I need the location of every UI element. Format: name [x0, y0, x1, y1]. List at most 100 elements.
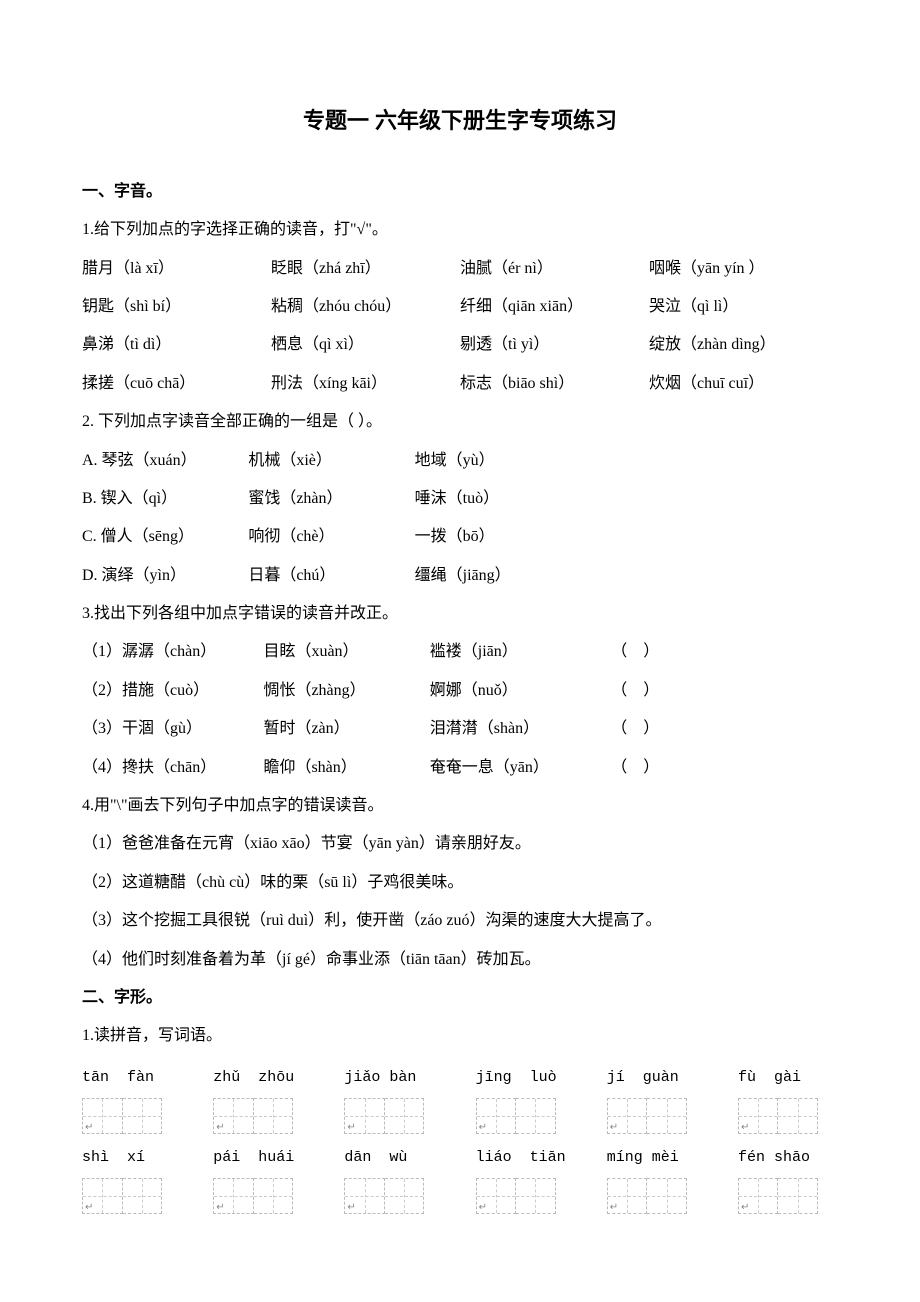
q2-cell: 缰绳（jiāng） [415, 557, 838, 595]
pinyin-label: dān wù [344, 1140, 444, 1176]
corner-mark-icon: ↵ [741, 1123, 749, 1133]
tian-box[interactable]: ↵ [82, 1178, 162, 1214]
corner-mark-icon: ↵ [479, 1203, 487, 1213]
q1-row: 揉搓（cuō chā） 刑法（xíng kāi） 标志（biāo shì） 炊烟… [82, 365, 838, 403]
pinyin-item: fù gài ↵ [738, 1060, 838, 1134]
answer-blank[interactable]: （ ） [611, 710, 838, 748]
tian-box[interactable]: ↵ [607, 1098, 687, 1134]
tian-box[interactable]: ↵ [607, 1178, 687, 1214]
q3-cell: （1）潺潺（chàn） [82, 633, 263, 671]
q1-row: 鼻涕（tì dì） 栖息（qì xì） 剔透（tì yì） 绽放（zhàn dì… [82, 326, 838, 364]
q2-cell: 蜜饯（zhàn） [248, 480, 414, 518]
q1-cell: 粘稠（zhóu chóu） [271, 288, 460, 326]
q2-cell: A. 琴弦（xuán） [82, 442, 248, 480]
corner-mark-icon: ↵ [479, 1123, 487, 1133]
tian-box[interactable]: ↵ [476, 1098, 556, 1134]
q1-cell: 鼻涕（tì dì） [82, 326, 271, 364]
q3-cell: 瞻仰（shàn） [263, 749, 429, 787]
q2-cell: 唾沫（tuò） [415, 480, 838, 518]
q2-cell: D. 演绎（yìn） [82, 557, 248, 595]
q1-cell: 揉搓（cuō chā） [82, 365, 271, 403]
q2-cell: 日暮（chú） [248, 557, 414, 595]
q2-option: A. 琴弦（xuán） 机械（xiè） 地域（yù） [82, 442, 838, 480]
pinyin-label: jiǎo bàn [344, 1060, 444, 1096]
q1-cell: 油腻（ér nì） [460, 250, 649, 288]
q3-cell: 褴褛（jiān） [430, 633, 611, 671]
corner-mark-icon: ↵ [216, 1123, 224, 1133]
q3-row: （2）措施（cuò） 惆怅（zhàng） 婀娜（nuǒ） （ ） [82, 672, 838, 710]
tian-box[interactable]: ↵ [213, 1098, 293, 1134]
pinyin-label: tān fàn [82, 1060, 182, 1096]
pinyin-item: jiǎo bàn ↵ [344, 1060, 444, 1134]
pinyin-label: míng mèi [607, 1140, 707, 1176]
q1-cell: 纤细（qiān xiān） [460, 288, 649, 326]
pinyin-item: jí guàn ↵ [607, 1060, 707, 1134]
q1-cell: 咽喉（yān yín ） [649, 250, 838, 288]
pinyin-item: shì xí ↵ [82, 1140, 182, 1214]
pinyin-label: liáo tiān [476, 1140, 576, 1176]
tian-box[interactable]: ↵ [738, 1098, 818, 1134]
tian-box[interactable]: ↵ [738, 1178, 818, 1214]
pinyin-label: zhǔ zhōu [213, 1060, 313, 1096]
tian-box[interactable]: ↵ [344, 1098, 424, 1134]
pinyin-item: tān fàn ↵ [82, 1060, 182, 1134]
q3-cell: 目眩（xuàn） [263, 633, 429, 671]
q4-line: （3）这个挖掘工具很锐（ruì duì）利，使开凿（záo zuó）沟渠的速度大… [82, 902, 838, 940]
q3-cell: 惆怅（zhàng） [263, 672, 429, 710]
q4-line: （2）这道糖醋（chù cù）味的栗（sū lì）子鸡很美味。 [82, 864, 838, 902]
tian-box[interactable]: ↵ [476, 1178, 556, 1214]
pinyin-item: zhǔ zhōu ↵ [213, 1060, 313, 1134]
pinyin-item: pái huái ↵ [213, 1140, 313, 1214]
q3-cell: （4）搀扶（chān） [82, 749, 263, 787]
q2-option: D. 演绎（yìn） 日暮（chú） 缰绳（jiāng） [82, 557, 838, 595]
pinyin-label: pái huái [213, 1140, 313, 1176]
q1-cell: 标志（biāo shì） [460, 365, 649, 403]
pinyin-label: jīng luò [476, 1060, 576, 1096]
q4-prompt: 4.用"\"画去下列句子中加点字的错误读音。 [82, 787, 838, 825]
q2-cell: 一拨（bō） [415, 518, 838, 556]
q1-cell: 哭泣（qì lì） [649, 288, 838, 326]
q3-prompt: 3.找出下列各组中加点字错误的读音并改正。 [82, 595, 838, 633]
answer-blank[interactable]: （ ） [611, 633, 838, 671]
section-2-heading: 二、字形。 [82, 979, 838, 1017]
q3-row: （4）搀扶（chān） 瞻仰（shàn） 奄奄一息（yān） （ ） [82, 749, 838, 787]
q1-cell: 腊月（là xī） [82, 250, 271, 288]
q1-cell: 栖息（qì xì） [271, 326, 460, 364]
pinyin-item: liáo tiān ↵ [476, 1140, 576, 1214]
tian-box[interactable]: ↵ [213, 1178, 293, 1214]
pinyin-item: fén shāo ↵ [738, 1140, 838, 1214]
pinyin-label: shì xí [82, 1140, 182, 1176]
q2-cell: B. 锲入（qì） [82, 480, 248, 518]
q3-row: （3）干涸（gù） 暂时（zàn） 泪潸潸（shàn） （ ） [82, 710, 838, 748]
q1-cell: 眨眼（zhá zhī） [271, 250, 460, 288]
answer-blank[interactable]: （ ） [611, 672, 838, 710]
q2-cell: 地域（yù） [415, 442, 838, 480]
pinyin-row: shì xí ↵ pái huái ↵ dān wù ↵ liáo tiān ↵… [82, 1140, 838, 1214]
tian-box[interactable]: ↵ [82, 1098, 162, 1134]
corner-mark-icon: ↵ [610, 1123, 618, 1133]
pinyin-label: jí guàn [607, 1060, 707, 1096]
pinyin-row: tān fàn ↵ zhǔ zhōu ↵ jiǎo bàn ↵ jīng luò… [82, 1060, 838, 1134]
q3-cell: 泪潸潸（shàn） [430, 710, 611, 748]
answer-blank[interactable]: （ ） [611, 749, 838, 787]
q1-cell: 刑法（xíng kāi） [271, 365, 460, 403]
q3-cell: 婀娜（nuǒ） [430, 672, 611, 710]
q1-cell: 炊烟（chuī cuī） [649, 365, 838, 403]
corner-mark-icon: ↵ [85, 1123, 93, 1133]
q2-option: C. 僧人（sēng） 响彻（chè） 一拨（bō） [82, 518, 838, 556]
q3-row: （1）潺潺（chàn） 目眩（xuàn） 褴褛（jiān） （ ） [82, 633, 838, 671]
q3-cell: （3）干涸（gù） [82, 710, 263, 748]
q1-row: 腊月（là xī） 眨眼（zhá zhī） 油腻（ér nì） 咽喉（yān y… [82, 250, 838, 288]
q2-cell: 响彻（chè） [248, 518, 414, 556]
q1-prompt: 1.给下列加点的字选择正确的读音，打"√"。 [82, 211, 838, 249]
corner-mark-icon: ↵ [610, 1203, 618, 1213]
pinyin-label: fén shāo [738, 1140, 838, 1176]
q3-cell: 奄奄一息（yān） [430, 749, 611, 787]
tian-box[interactable]: ↵ [344, 1178, 424, 1214]
q2-prompt: 2. 下列加点字读音全部正确的一组是（ ）。 [82, 403, 838, 441]
s2q1-prompt: 1.读拼音，写词语。 [82, 1017, 838, 1055]
q1-cell: 钥匙（shì bí） [82, 288, 271, 326]
corner-mark-icon: ↵ [347, 1203, 355, 1213]
q1-cell: 绽放（zhàn dìng） [649, 326, 838, 364]
corner-mark-icon: ↵ [216, 1203, 224, 1213]
